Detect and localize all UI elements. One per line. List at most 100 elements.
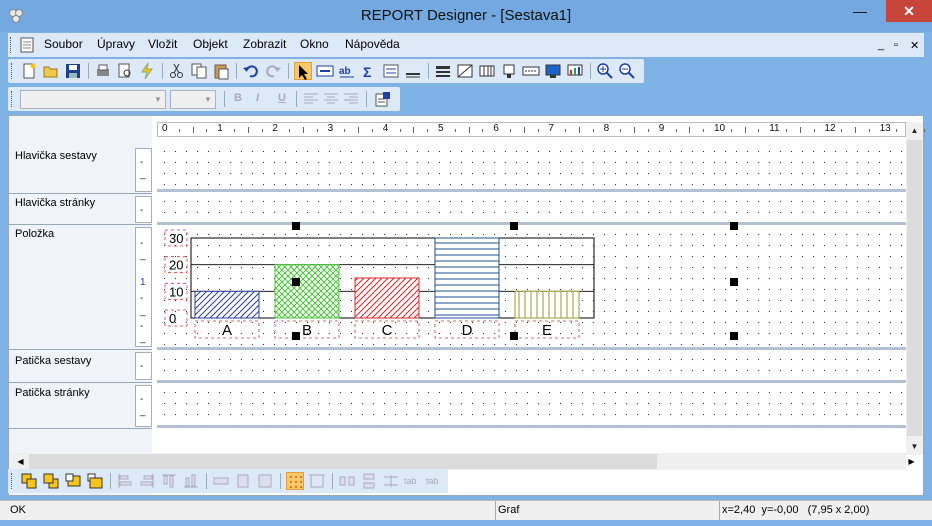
properties-icon[interactable] [374,90,392,108]
sum-icon[interactable]: Σ [360,62,378,80]
resize-handle[interactable] [510,332,518,340]
band-page-header[interactable] [157,194,906,221]
chevron-down-icon[interactable]: ▼ [151,91,165,108]
table-tool-icon[interactable] [478,62,496,80]
menu-napoveda[interactable]: Nápověda [345,37,400,51]
tab-order-icon[interactable]: tab [404,472,422,490]
menu-soubor[interactable]: Soubor [44,37,83,51]
save-icon[interactable] [64,62,82,80]
label-tool-icon[interactable] [316,62,334,80]
same-height-icon[interactable] [234,472,252,490]
band-report-footer[interactable] [157,352,906,379]
text-field-icon[interactable]: ab [338,62,356,80]
resize-handle[interactable] [730,278,738,286]
same-size-icon[interactable] [256,472,274,490]
band-label-report-header[interactable]: Hlavička sestavy [9,150,135,162]
align-lefts-icon[interactable] [116,472,134,490]
monitor-icon[interactable] [544,62,562,80]
band-divider[interactable] [157,380,906,383]
space-vertical-icon[interactable] [360,472,378,490]
copy-icon[interactable] [190,62,208,80]
new-icon[interactable] [20,62,38,80]
space-horizontal-icon[interactable] [338,472,356,490]
ruler-tick [303,127,304,133]
zoom-in-icon[interactable] [596,62,614,80]
barcode-icon[interactable] [434,62,452,80]
subreport-icon[interactable] [522,62,540,80]
bring-front-icon[interactable] [20,472,38,490]
scroll-left-icon[interactable]: ◀ [12,453,29,470]
resize-handle[interactable] [292,278,300,286]
menu-upravy[interactable]: Úpravy [97,37,135,51]
snap-to-grid-icon[interactable] [308,472,326,490]
band-label-page-footer[interactable]: Patička stránky [9,387,135,399]
document-icon[interactable] [20,37,34,53]
scroll-right-icon[interactable]: ▶ [903,453,920,470]
grid-toggle-icon[interactable] [286,472,304,490]
band-divider[interactable] [157,189,906,192]
font-combo[interactable]: ▼ [20,90,166,109]
band-page-footer[interactable] [157,385,906,425]
vertical-scrollbar[interactable]: ▲ ▼ [906,122,923,455]
menu-objekt[interactable]: Objekt [193,37,228,51]
object-tool-icon[interactable] [500,62,518,80]
send-back-icon[interactable] [42,472,60,490]
paste-icon[interactable] [212,62,230,80]
open-icon[interactable] [42,62,60,80]
mdi-close-button[interactable]: ✕ [910,39,919,52]
resize-handle[interactable] [510,222,518,230]
size-combo[interactable]: ▼ [170,90,216,109]
band-divider[interactable] [157,425,906,428]
line-tool-icon[interactable] [404,62,422,80]
scroll-thumb[interactable] [29,454,657,469]
align-tops-icon[interactable] [160,472,178,490]
menu-zobrazit[interactable]: Zobrazit [243,37,286,51]
band-label-page-header[interactable]: Hlavička stránky [9,197,135,209]
align-bottoms-icon[interactable] [182,472,200,490]
align-left-icon[interactable] [302,90,320,108]
underline-button[interactable]: U [278,92,286,104]
chevron-down-icon[interactable]: ▼ [201,91,215,108]
resize-handle[interactable] [730,332,738,340]
resize-handle[interactable] [292,222,300,230]
align-center-icon[interactable] [322,90,340,108]
zoom-out-icon[interactable] [618,62,636,80]
resize-handle[interactable] [730,222,738,230]
backward-icon[interactable] [86,472,104,490]
forward-icon[interactable] [64,472,82,490]
grip-icon[interactable] [10,37,13,53]
print-icon[interactable] [94,62,112,80]
italic-button[interactable]: I [256,92,259,104]
spacing-icon[interactable] [382,472,400,490]
same-width-icon[interactable] [212,472,230,490]
menu-okno[interactable]: Okno [300,37,329,51]
scroll-thumb[interactable] [907,140,922,436]
align-right-icon[interactable] [342,90,360,108]
tab-order-reverse-icon[interactable]: tab [426,472,444,490]
scroll-up-icon[interactable]: ▲ [906,122,923,139]
select-pointer-icon[interactable] [294,62,312,80]
minimize-button[interactable]: — [845,0,875,22]
band-report-header[interactable] [157,144,906,186]
mdi-restore-button[interactable]: ▫ [894,39,898,51]
band-label-item[interactable]: Položka [9,228,135,240]
horizontal-scrollbar[interactable]: ◀ ▶ [9,453,915,470]
band-divider[interactable] [157,222,906,225]
bold-button[interactable]: B [234,92,242,104]
formula-icon[interactable] [382,62,400,80]
redo-icon[interactable] [264,62,282,80]
align-rights-icon[interactable] [138,472,156,490]
image-frame-icon[interactable] [456,62,474,80]
band-divider[interactable] [157,347,906,350]
chart-object[interactable]: 30 20 10 0 A B C D E [156,228,595,339]
menu-vlozit[interactable]: Vložit [148,37,177,51]
cut-icon[interactable] [168,62,186,80]
chart-tool-icon[interactable] [566,62,584,80]
mdi-minimize-button[interactable]: _ [878,39,884,51]
undo-icon[interactable] [242,62,260,80]
print-preview-icon[interactable] [116,62,134,80]
close-button[interactable]: ✕ [886,0,932,22]
run-icon[interactable] [138,62,156,80]
resize-handle[interactable] [292,332,300,340]
band-label-report-footer[interactable]: Patička sestavy [9,355,135,367]
